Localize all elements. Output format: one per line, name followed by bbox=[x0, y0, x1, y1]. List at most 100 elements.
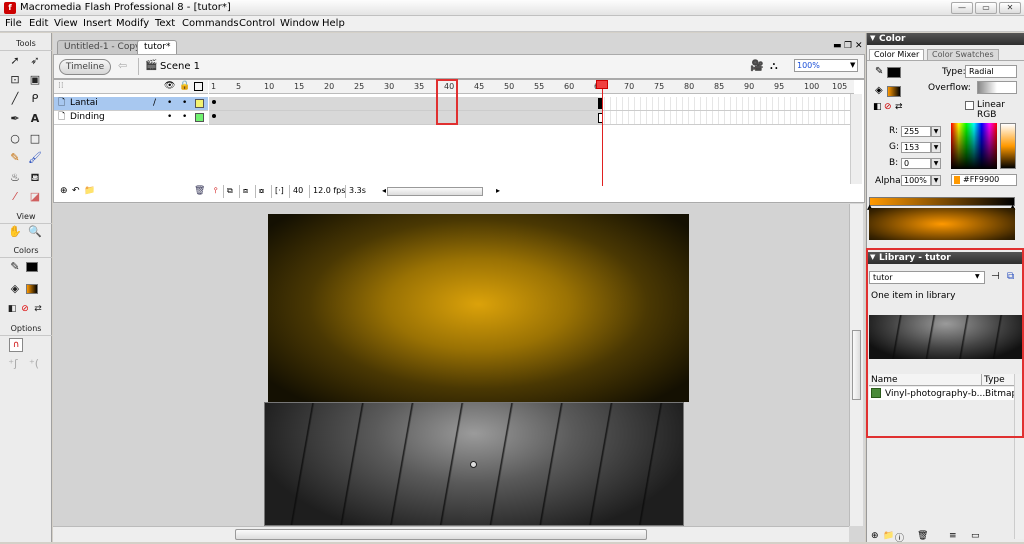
ink-bottle-tool-icon[interactable]: ♨ bbox=[7, 170, 23, 186]
menu-control[interactable]: Control bbox=[239, 18, 275, 29]
wall-gradient-shape[interactable] bbox=[268, 214, 689, 402]
tab-tutor[interactable]: tutor* bbox=[137, 40, 178, 54]
overflow-select[interactable] bbox=[977, 81, 1017, 94]
text-tool-icon[interactable]: A bbox=[27, 111, 43, 127]
color-panel-header[interactable]: Color bbox=[867, 33, 1024, 45]
layer-row[interactable]: 🗋 Lantai / • • bbox=[54, 97, 208, 111]
insert-folder-icon[interactable]: 📁 bbox=[84, 186, 95, 196]
black-white-icon[interactable]: ◧ bbox=[873, 102, 882, 112]
color-picker-field[interactable] bbox=[951, 123, 997, 169]
zoom-dropdown-icon[interactable]: ▼ bbox=[850, 61, 855, 69]
frame-row[interactable] bbox=[209, 97, 854, 111]
hand-tool-icon[interactable]: ✋ bbox=[7, 224, 23, 240]
center-frame-icon[interactable]: ⫯ bbox=[211, 185, 220, 198]
wide-state-icon[interactable]: ▭ bbox=[971, 531, 980, 541]
visible-dot[interactable]: • bbox=[167, 97, 172, 110]
transform-center-point[interactable] bbox=[470, 461, 477, 468]
r-dropdown-icon[interactable]: ▼ bbox=[931, 126, 941, 137]
type-select[interactable]: Radial bbox=[965, 65, 1017, 78]
fill-color-swatch[interactable] bbox=[26, 284, 38, 294]
timeline-v-scrollbar[interactable] bbox=[850, 94, 862, 184]
lock-dot[interactable]: • bbox=[182, 97, 187, 110]
gradient-definition-bar[interactable] bbox=[869, 197, 1015, 206]
alpha-dropdown-icon[interactable]: ▼ bbox=[931, 175, 941, 186]
brush-tool-icon[interactable]: 🖌 bbox=[27, 150, 43, 166]
alpha-input[interactable]: 100% bbox=[901, 175, 931, 186]
menu-modify[interactable]: Modify bbox=[116, 18, 149, 29]
playhead-line[interactable] bbox=[602, 80, 603, 186]
wood-floor-bitmap[interactable] bbox=[264, 402, 684, 526]
stage-v-scroll-thumb[interactable] bbox=[852, 330, 861, 400]
maximize-button[interactable]: ▭ bbox=[975, 2, 997, 14]
g-input[interactable]: 153 bbox=[901, 142, 931, 153]
menu-insert[interactable]: Insert bbox=[83, 18, 112, 29]
menu-file[interactable]: File bbox=[5, 18, 22, 29]
swap-colors-icon[interactable]: ⇄ bbox=[895, 102, 903, 112]
stage-h-scrollbar[interactable] bbox=[53, 526, 849, 542]
oval-tool-icon[interactable]: ○ bbox=[7, 131, 23, 147]
doc-restore-icon[interactable]: ❐ bbox=[844, 41, 852, 51]
close-button[interactable]: ✕ bbox=[999, 2, 1021, 14]
fill-bucket-icon[interactable]: ◈ bbox=[875, 85, 883, 96]
menu-view[interactable]: View bbox=[54, 18, 78, 29]
pencil-tool-icon[interactable]: ✎ bbox=[7, 150, 23, 166]
outline-column-icon[interactable] bbox=[194, 82, 203, 91]
doc-close-icon[interactable]: ✕ bbox=[855, 41, 863, 51]
frame-ruler[interactable]: 1 5 10 15 20 25 30 35 40 45 50 55 60 65 … bbox=[209, 80, 854, 94]
smooth-icon[interactable]: ⁺ʃ bbox=[5, 356, 21, 372]
fill-color-icon[interactable]: ◈ bbox=[7, 281, 23, 297]
stage-v-scrollbar[interactable] bbox=[849, 204, 863, 526]
add-motion-guide-icon[interactable]: ↶ bbox=[72, 186, 80, 196]
brightness-slider[interactable] bbox=[1000, 123, 1016, 169]
fill-transform-tool-icon[interactable]: ▣ bbox=[27, 72, 43, 88]
stroke-pencil-icon[interactable]: ✎ bbox=[875, 66, 883, 77]
edit-multiple-icon[interactable]: ⧇ bbox=[255, 185, 267, 198]
menu-text[interactable]: Text bbox=[155, 18, 175, 29]
onion-skin-icon[interactable]: ⧉ bbox=[223, 185, 236, 198]
g-dropdown-icon[interactable]: ▼ bbox=[931, 142, 941, 153]
snap-to-objects-icon[interactable]: ∩ bbox=[9, 338, 23, 352]
lock-column-icon[interactable]: 🔒 bbox=[179, 81, 190, 91]
b-input[interactable]: 0 bbox=[901, 158, 931, 169]
r-input[interactable]: 255 bbox=[901, 126, 931, 137]
frames-area[interactable]: 1 5 10 15 20 25 30 35 40 45 50 55 60 65 … bbox=[209, 80, 854, 128]
delete-item-icon[interactable]: 🗑 bbox=[917, 531, 928, 541]
paint-bucket-tool-icon[interactable]: ⛾ bbox=[27, 170, 43, 186]
collapse-arrow-icon[interactable]: ▼ bbox=[870, 34, 875, 42]
frame-row[interactable] bbox=[209, 111, 854, 125]
timeline-h-scroll-thumb[interactable] bbox=[387, 187, 483, 196]
arrow-tool-icon[interactable]: ➚ bbox=[7, 53, 23, 69]
lasso-tool-icon[interactable]: ᑭ bbox=[27, 91, 43, 107]
layer-outline-color[interactable] bbox=[195, 99, 204, 108]
stroke-color-icon[interactable]: ✎ bbox=[7, 259, 23, 275]
doc-minimize-icon[interactable]: ▬ bbox=[833, 41, 842, 51]
playhead-marker[interactable] bbox=[596, 80, 608, 89]
eyedropper-tool-icon[interactable]: ⁄ bbox=[7, 189, 23, 205]
fill-swatch[interactable] bbox=[887, 86, 901, 97]
subselect-tool-icon[interactable]: ➶ bbox=[27, 53, 43, 69]
new-symbol-icon[interactable]: ⊕ bbox=[871, 531, 879, 541]
linear-rgb-checkbox[interactable] bbox=[965, 101, 974, 110]
stage-area[interactable] bbox=[53, 204, 849, 526]
pen-tool-icon[interactable]: ✒ bbox=[7, 111, 23, 127]
straighten-icon[interactable]: ⁺( bbox=[26, 356, 42, 372]
menu-window[interactable]: Window bbox=[280, 18, 319, 29]
stroke-color-swatch[interactable] bbox=[26, 262, 38, 272]
edit-symbols-icon[interactable]: ⛬ bbox=[770, 59, 778, 73]
new-folder-icon[interactable]: 📁 bbox=[883, 531, 894, 541]
stage-h-scroll-thumb[interactable] bbox=[235, 529, 647, 540]
menu-edit[interactable]: Edit bbox=[29, 18, 48, 29]
hex-input[interactable]: #FF9900 bbox=[951, 174, 1017, 186]
lock-dot[interactable]: • bbox=[182, 111, 187, 124]
onion-markers-icon[interactable]: [·] bbox=[271, 185, 287, 198]
back-arrow-icon[interactable]: ⇦ bbox=[118, 59, 127, 72]
sort-icon[interactable]: ≡ bbox=[949, 531, 957, 541]
timeline-toggle-button[interactable]: Timeline bbox=[59, 59, 111, 75]
stroke-swatch[interactable] bbox=[887, 67, 901, 78]
zoom-input[interactable]: 100% bbox=[794, 59, 858, 72]
b-dropdown-icon[interactable]: ▼ bbox=[931, 158, 941, 169]
properties-icon[interactable]: ⓘ bbox=[895, 531, 904, 544]
layer-outline-color[interactable] bbox=[195, 113, 204, 122]
eye-column-icon[interactable]: 👁 bbox=[164, 81, 175, 91]
menu-commands[interactable]: Commands bbox=[182, 18, 239, 29]
